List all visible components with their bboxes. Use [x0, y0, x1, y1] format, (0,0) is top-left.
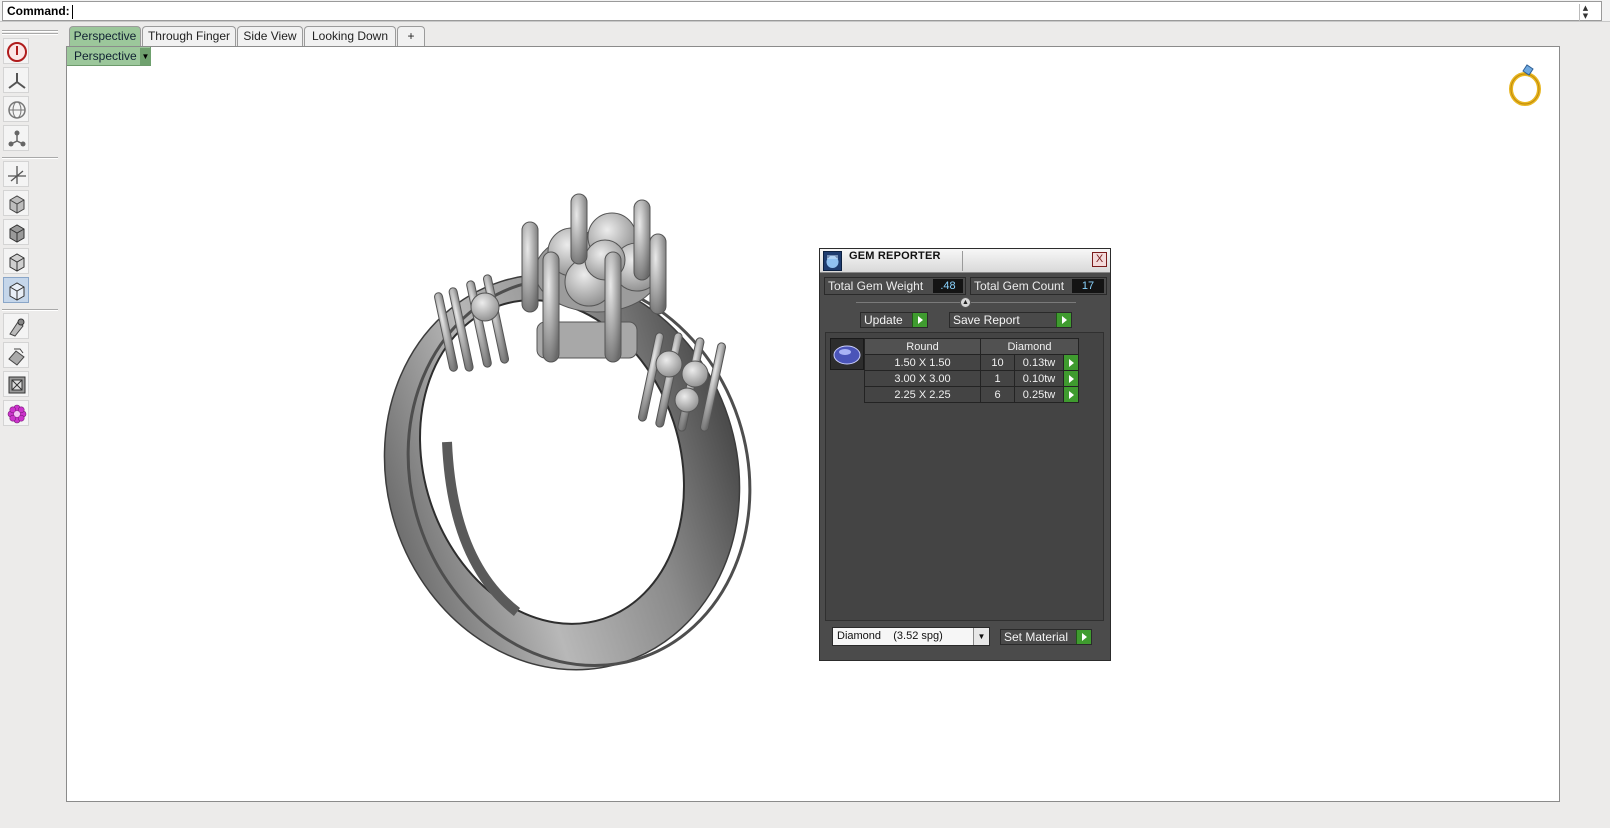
- gem-size: 2.25 X 2.25: [864, 386, 981, 403]
- collapse-icon[interactable]: ▲: [960, 297, 971, 308]
- globe-button[interactable]: [3, 96, 29, 122]
- update-button[interactable]: Update: [860, 312, 928, 328]
- gem-reporter-title: GEM REPORTER: [849, 250, 941, 262]
- command-scroll[interactable]: ▲ ▼: [1579, 4, 1591, 21]
- cube-shaded-button[interactable]: [3, 219, 29, 245]
- chevron-down-icon[interactable]: ▼: [973, 628, 989, 645]
- play-arrow-icon: [912, 313, 927, 327]
- update-label: Update: [864, 313, 903, 327]
- tri-axis-icon: [8, 73, 26, 89]
- total-weight-value: .48: [933, 279, 963, 293]
- globe-icon: [8, 101, 26, 119]
- table-row[interactable]: 2.25 X 2.25 6 0.25tw: [864, 386, 1079, 403]
- axes-button[interactable]: [3, 161, 29, 187]
- total-count-label: Total Gem Count: [974, 279, 1065, 293]
- add-tab-button[interactable]: +: [397, 26, 425, 46]
- set-material-button[interactable]: Set Material: [1000, 629, 1092, 645]
- cube-wire-icon: [9, 253, 25, 272]
- round-diamond-icon: [833, 345, 861, 365]
- column-header-material: Diamond: [980, 338, 1079, 355]
- close-icon: X: [1095, 253, 1104, 265]
- command-bar: Command: ▲ ▼: [0, 0, 1610, 22]
- frame-button[interactable]: [3, 371, 29, 397]
- gem-size: 1.50 X 1.50: [864, 354, 981, 371]
- gem-weight: 0.25tw: [1014, 386, 1064, 403]
- material-select[interactable]: Diamond (3.52 spg) ▼: [832, 627, 990, 646]
- connect-icon: [8, 130, 26, 147]
- viewport-label[interactable]: Perspective ▼: [67, 47, 151, 66]
- text-caret: [72, 5, 73, 19]
- tab-through-finger[interactable]: Through Finger: [142, 26, 236, 46]
- gem-size: 3.00 X 3.00: [864, 370, 981, 387]
- ring-model: [383, 193, 752, 671]
- gem-weight: 0.10tw: [1014, 370, 1064, 387]
- row-select-arrow-icon[interactable]: [1063, 354, 1079, 371]
- material-value: Diamond (3.52 spg): [837, 630, 943, 642]
- tri-axis-button[interactable]: [3, 67, 29, 93]
- gem-weight: 0.13tw: [1014, 354, 1064, 371]
- app-window: Command: ▲ ▼ Perspective Through Finger …: [0, 0, 1610, 828]
- cube-icon: [9, 195, 25, 214]
- cube-ghost-button[interactable]: [3, 277, 29, 303]
- connect-button[interactable]: [3, 125, 29, 151]
- round-gem-thumbnail[interactable]: [830, 338, 864, 370]
- chevron-down-icon[interactable]: ▼: [140, 48, 151, 65]
- row-select-arrow-icon[interactable]: [1063, 370, 1079, 387]
- gem-reporter-panel: GEM REPORTER X Total Gem Weight .48 Tota…: [819, 248, 1111, 661]
- viewport-name: Perspective: [74, 49, 137, 63]
- gem-rotate-icon: [8, 348, 25, 366]
- gem-count: 1: [980, 370, 1015, 387]
- spin-up-icon[interactable]: ▲: [1580, 4, 1591, 12]
- settings-flower-button[interactable]: [3, 400, 29, 426]
- toolbar-separator: [2, 309, 58, 311]
- command-input[interactable]: Command: ▲ ▼: [2, 1, 1602, 21]
- title-separator: [962, 251, 963, 271]
- tab-side-view[interactable]: Side View: [237, 26, 303, 46]
- axes-icon: [8, 166, 26, 184]
- close-button[interactable]: X: [1092, 252, 1107, 267]
- gem-rotate-button[interactable]: [3, 342, 29, 368]
- table-header-row: Round Diamond: [864, 338, 1079, 355]
- table-row[interactable]: 1.50 X 1.50 10 0.13tw: [864, 354, 1079, 371]
- table-row[interactable]: 3.00 X 3.00 1 0.10tw: [864, 370, 1079, 387]
- play-arrow-icon: [1056, 313, 1071, 327]
- gem-reporter-app-icon: [823, 251, 842, 271]
- gem-count: 10: [980, 354, 1015, 371]
- save-report-button[interactable]: Save Report: [949, 312, 1072, 328]
- column-header-shape: Round: [864, 338, 981, 355]
- total-count-group: Total Gem Count 17: [970, 277, 1107, 295]
- cube-button[interactable]: [3, 190, 29, 216]
- total-count-value: 17: [1072, 279, 1104, 293]
- spin-down-icon[interactable]: ▼: [1580, 12, 1591, 20]
- gem-table: Round Diamond 1.50 X 1.50 10 0.13tw 3.00…: [864, 338, 1079, 403]
- left-toolbar: [0, 22, 62, 828]
- cube-shaded-icon: [9, 224, 25, 243]
- toolbar-separator: [2, 157, 58, 159]
- ring-logo-icon[interactable]: [1505, 57, 1545, 107]
- tab-looking-down[interactable]: Looking Down: [304, 26, 396, 46]
- cube-wire-button[interactable]: [3, 248, 29, 274]
- gem-reporter-titlebar[interactable]: GEM REPORTER X: [820, 249, 1110, 273]
- gem-pick-icon: [9, 318, 25, 337]
- toolbar-grip[interactable]: [2, 30, 58, 32]
- toolbar-grip[interactable]: [2, 33, 58, 35]
- plus-icon: +: [407, 29, 415, 43]
- cube-ghost-icon: [9, 282, 25, 301]
- 3d-viewport[interactable]: Perspective ▼: [66, 46, 1560, 802]
- total-weight-group: Total Gem Weight .48: [824, 277, 966, 295]
- frame-icon: [8, 376, 26, 394]
- row-select-arrow-icon[interactable]: [1063, 386, 1079, 403]
- power-icon: [7, 42, 27, 62]
- save-report-label: Save Report: [953, 313, 1020, 327]
- command-label: Command:: [7, 4, 70, 18]
- total-weight-label: Total Gem Weight: [828, 279, 924, 293]
- play-arrow-icon: [1076, 630, 1091, 644]
- gem-count: 6: [980, 386, 1015, 403]
- gem-list: Round Diamond 1.50 X 1.50 10 0.13tw 3.00…: [825, 332, 1104, 621]
- set-material-label: Set Material: [1004, 630, 1069, 644]
- power-button[interactable]: [3, 38, 29, 64]
- settings-flower-icon: [7, 404, 27, 424]
- gem-pick-button[interactable]: [3, 313, 29, 339]
- tab-perspective[interactable]: Perspective: [69, 26, 141, 46]
